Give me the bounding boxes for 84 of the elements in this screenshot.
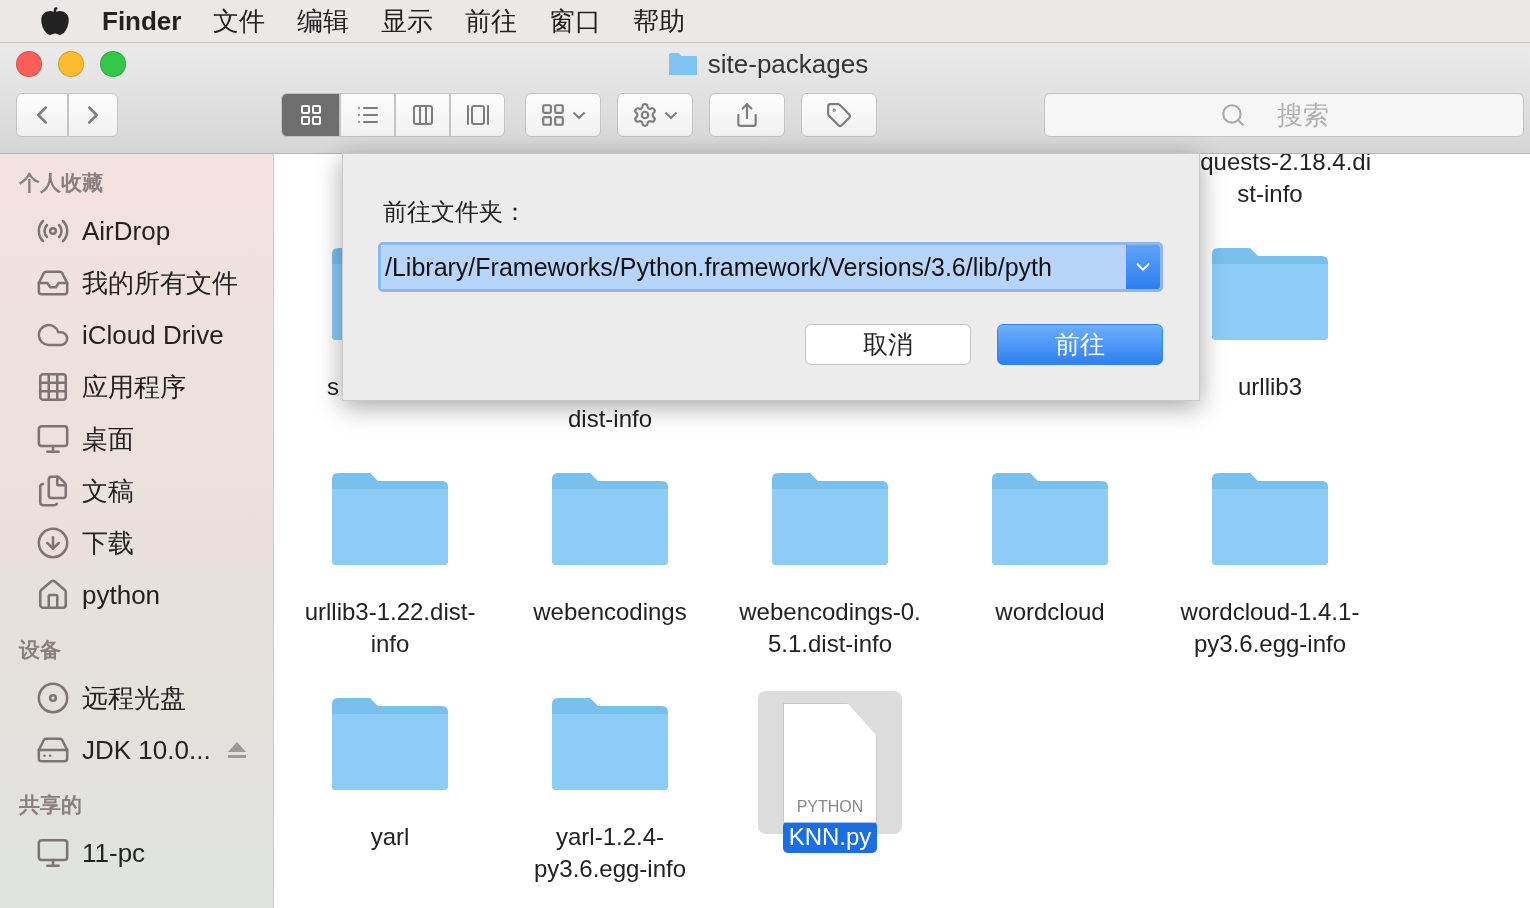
file-name[interactable]: yarl-1.2.4-: [549, 821, 670, 853]
zoom-button[interactable]: [100, 51, 126, 78]
sidebar-item[interactable]: 文稿: [0, 465, 273, 517]
grid-icon: [540, 102, 566, 129]
action-button[interactable]: [617, 93, 693, 138]
folder-icon: [330, 471, 450, 566]
caret-icon: [664, 110, 678, 120]
apple-icon[interactable]: [40, 6, 70, 36]
disc-icon: [36, 681, 70, 715]
document-icon: PYTHON: [783, 702, 877, 823]
apps-icon: [36, 370, 70, 404]
documents-icon: [36, 474, 70, 508]
computer-icon: [36, 836, 70, 870]
file-name[interactable]: KNN.py: [782, 821, 878, 853]
caret-icon: [572, 110, 586, 120]
section-title: 设备: [17, 637, 62, 663]
view-mode-button[interactable]: [281, 93, 340, 138]
download-icon: [36, 526, 70, 560]
arrange-button[interactable]: [525, 93, 601, 138]
path-combo-field[interactable]: /Library/Frameworks/Python.framework/Versions/3.6/lib/pyth: [378, 242, 1163, 292]
folder-icon: [330, 696, 450, 791]
view-mode-button[interactable]: [450, 93, 505, 138]
view-mode-button[interactable]: [340, 93, 395, 138]
menu-item[interactable]: 编辑: [297, 3, 350, 39]
menu-item[interactable]: 窗口: [549, 3, 602, 39]
file-name[interactable]: s: [321, 371, 345, 403]
file-name[interactable]: wordcloud: [989, 596, 1111, 628]
file-name[interactable]: yarl: [364, 821, 416, 853]
eject-icon[interactable]: [226, 741, 247, 759]
folder-icon: [1210, 471, 1330, 566]
file-name[interactable]: wordcloud-1.4.1-: [1174, 596, 1366, 628]
search-icon: [1220, 102, 1246, 129]
file-name[interactable]: webencodings: [527, 596, 693, 628]
dialog-label: 前往文件夹：: [383, 197, 528, 227]
tag-icon: [826, 102, 852, 129]
folder-icon: [550, 471, 670, 566]
back-button[interactable]: [16, 93, 68, 138]
file-name[interactable]: urllib3-1.22.dist-: [298, 596, 482, 628]
file-name[interactable]: st-info: [1231, 178, 1309, 210]
sidebar-item[interactable]: AirDrop: [0, 205, 273, 257]
gear-icon: [632, 102, 658, 129]
sidebar-item[interactable]: 下载: [0, 517, 273, 569]
file-name[interactable]: 5.1.dist-info: [761, 628, 899, 660]
share-icon: [734, 102, 760, 129]
section-title: 共享的: [18, 792, 83, 818]
menu-item[interactable]: 帮助: [633, 3, 686, 39]
desktop-icon: [36, 422, 70, 456]
sidebar-item[interactable]: 我的所有文件: [0, 257, 273, 309]
file-name[interactable]: py3.6.egg-info: [527, 853, 693, 885]
folder-icon: [770, 471, 890, 566]
menu-item[interactable]: 显示: [381, 3, 434, 39]
folder-icon: [1210, 246, 1330, 341]
forward-button[interactable]: [68, 93, 118, 138]
section-title: 个人收藏: [18, 170, 104, 196]
tag-button[interactable]: [801, 93, 877, 138]
folder-icon: [667, 52, 698, 77]
sidebar-item[interactable]: 远程光盘: [0, 672, 273, 724]
columns-icon: [410, 103, 435, 128]
grid-icon: [298, 103, 323, 128]
dropdown-button[interactable]: [1126, 245, 1160, 289]
file-name[interactable]: dist-info: [561, 403, 658, 435]
search-field[interactable]: 搜索: [1044, 93, 1524, 138]
folder-icon: [550, 696, 670, 791]
file-name[interactable]: urllib3: [1232, 371, 1308, 403]
menu-item[interactable]: 文件: [213, 3, 266, 39]
view-mode-button[interactable]: [395, 93, 450, 138]
file-name[interactable]: info: [364, 628, 416, 660]
cancel-button[interactable]: 取消: [805, 324, 971, 365]
close-button[interactable]: [16, 51, 42, 78]
gallery-icon: [465, 103, 490, 128]
sidebar-item[interactable]: 应用程序: [0, 361, 273, 413]
sidebar-item[interactable]: 11-pc: [0, 827, 273, 879]
sidebar-item[interactable]: JDK 10.0...: [0, 724, 273, 776]
window-title: site-packages: [707, 48, 869, 80]
folder-icon: [990, 471, 1110, 566]
file-name[interactable]: webencodings-0.: [733, 596, 927, 628]
house-icon: [36, 578, 70, 612]
sidebar-item[interactable]: 桌面: [0, 413, 273, 465]
sidebar-item[interactable]: python: [0, 569, 273, 621]
sidebar-item[interactable]: iCloud Drive: [0, 309, 273, 361]
share-button[interactable]: [709, 93, 785, 138]
menu-item[interactable]: 前往: [465, 3, 518, 39]
app-menu[interactable]: Finder: [102, 5, 182, 37]
file-name[interactable]: py3.6.egg-info: [1187, 628, 1353, 660]
